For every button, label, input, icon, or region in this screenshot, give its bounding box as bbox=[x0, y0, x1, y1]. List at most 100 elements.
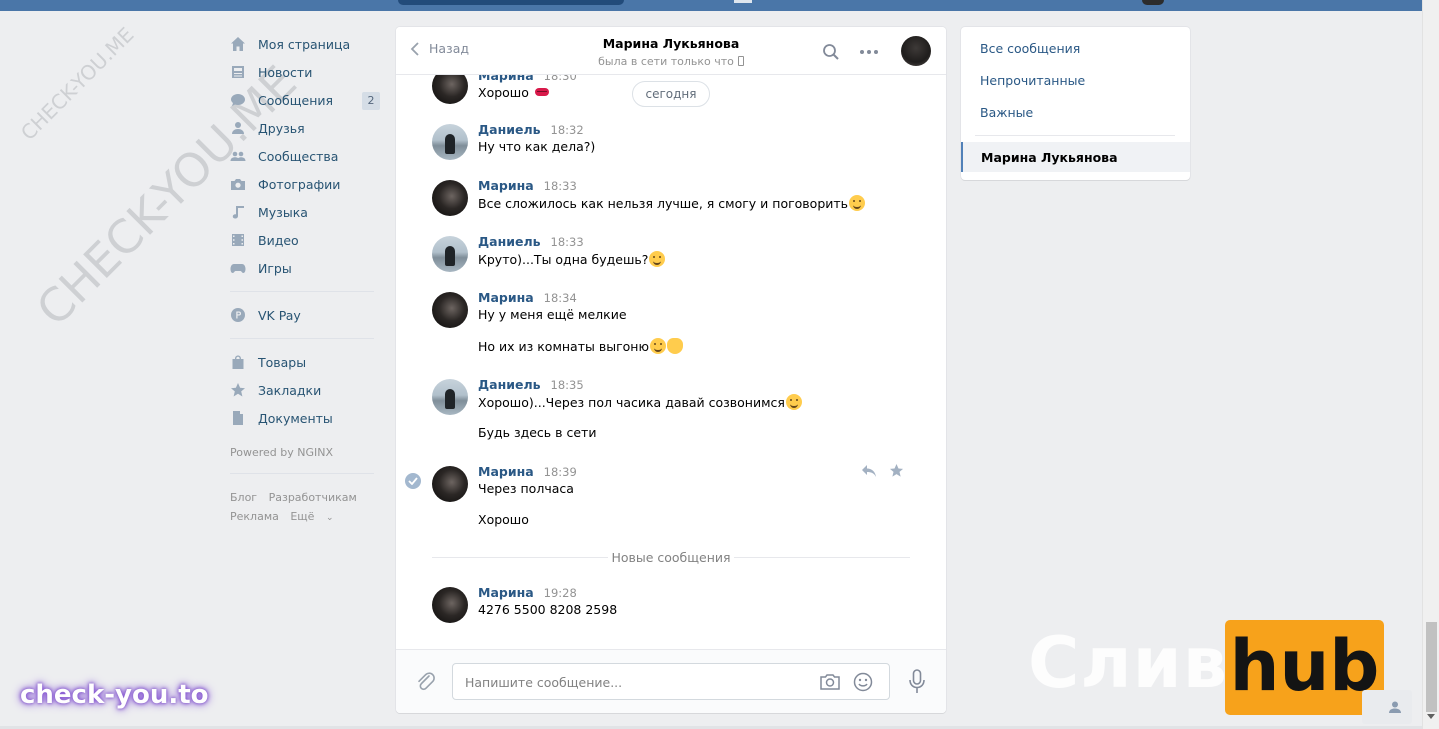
watermark-hub-logo: hub bbox=[1225, 620, 1384, 715]
nav-market[interactable]: Товары bbox=[230, 348, 380, 376]
microphone-icon[interactable] bbox=[908, 669, 926, 695]
nav-messages[interactable]: Сообщения 2 bbox=[230, 86, 380, 114]
mobile-icon bbox=[737, 56, 744, 66]
message-composer bbox=[396, 649, 946, 713]
filter-unread[interactable]: Непрочитанные bbox=[980, 73, 1085, 88]
message-line: Но их из комнаты выгоню bbox=[478, 338, 683, 354]
nav-communities[interactable]: Сообщества bbox=[230, 142, 380, 170]
message-time[interactable]: 18:35 bbox=[551, 378, 584, 392]
nav-documents[interactable]: Документы bbox=[230, 404, 380, 432]
nav-photos[interactable]: Фотографии bbox=[230, 170, 380, 198]
nav-label: Игры bbox=[258, 260, 292, 276]
user-icon bbox=[1389, 701, 1401, 713]
reply-icon[interactable] bbox=[861, 464, 877, 478]
message-author[interactable]: Марина bbox=[478, 178, 534, 193]
nav-bookmarks[interactable]: Закладки bbox=[230, 376, 380, 404]
filter-all-messages[interactable]: Все сообщения bbox=[980, 41, 1080, 56]
peer-avatar[interactable] bbox=[901, 36, 931, 66]
nav-news[interactable]: Новости bbox=[230, 58, 380, 86]
nav-divider bbox=[230, 338, 374, 339]
message-author[interactable]: Марина bbox=[478, 290, 534, 305]
message-input-box[interactable] bbox=[452, 663, 890, 700]
nav-label: Документы bbox=[258, 410, 333, 426]
avatar[interactable] bbox=[432, 124, 468, 160]
friends-icon bbox=[230, 120, 246, 136]
nav-my-page[interactable]: Моя страница bbox=[230, 30, 380, 58]
vkpay-icon bbox=[230, 307, 246, 323]
unread-count-badge: 2 bbox=[362, 92, 380, 110]
message-selected-check-icon[interactable] bbox=[405, 473, 421, 489]
scrollbar-thumb[interactable] bbox=[1426, 622, 1437, 712]
avatar[interactable] bbox=[432, 292, 468, 328]
nav-label: Друзья bbox=[258, 120, 305, 136]
chat-header: Назад Марина Лукьянова была в сети тольк… bbox=[396, 27, 946, 75]
friends-online-button[interactable] bbox=[1362, 690, 1412, 724]
nav-games[interactable]: Игры bbox=[230, 254, 380, 282]
message-line: Хорошо)...Через пол часика давай созвони… bbox=[478, 394, 802, 410]
news-icon bbox=[230, 64, 246, 80]
message-time[interactable]: 18:33 bbox=[551, 235, 584, 249]
message-author[interactable]: Марина bbox=[478, 464, 534, 479]
watermark-sliv: Слив bbox=[1028, 622, 1228, 704]
message-author[interactable]: Даниель bbox=[478, 234, 541, 249]
avatar[interactable] bbox=[432, 236, 468, 272]
message-line: Будь здесь в сети bbox=[478, 425, 597, 440]
ok-hand-emoji-icon bbox=[667, 338, 683, 354]
message-author[interactable]: Даниель bbox=[478, 377, 541, 392]
emoji-icon[interactable] bbox=[853, 672, 873, 692]
messages-icon bbox=[230, 92, 246, 108]
star-icon[interactable] bbox=[889, 463, 904, 478]
watermark-check-you: check-you.to bbox=[20, 680, 209, 710]
menu-divider bbox=[975, 135, 1175, 136]
message-time[interactable]: 18:32 bbox=[551, 123, 584, 137]
nav-label: Товары bbox=[258, 354, 307, 370]
message-input[interactable] bbox=[465, 673, 805, 691]
message-header: Даниель 18:35 bbox=[478, 377, 584, 392]
nav-label: VK Pay bbox=[258, 307, 301, 323]
more-options-icon[interactable] bbox=[859, 43, 879, 61]
active-conversation-label: Марина Лукьянова bbox=[981, 150, 1118, 165]
chat-panel: Назад Марина Лукьянова была в сети тольк… bbox=[396, 27, 946, 713]
message-time[interactable]: 18:34 bbox=[544, 291, 577, 305]
attach-icon[interactable] bbox=[415, 671, 437, 693]
nav-friends[interactable]: Друзья bbox=[230, 114, 380, 142]
footer-link-ads[interactable]: Реклама bbox=[230, 510, 279, 523]
top-search-field[interactable] bbox=[398, 0, 624, 5]
footer-link-blog[interactable]: Блог bbox=[230, 491, 257, 504]
message-time[interactable]: 19:28 bbox=[544, 586, 577, 600]
nav-video[interactable]: Видео bbox=[230, 226, 380, 254]
chevron-down-icon: ⌄ bbox=[325, 513, 334, 523]
avatar[interactable] bbox=[432, 466, 468, 502]
avatar[interactable] bbox=[432, 379, 468, 415]
scroll-down-arrow-icon[interactable] bbox=[1427, 714, 1435, 719]
nav-label: Новости bbox=[258, 64, 313, 80]
footer-links: Блог Разработчикам Реклама Ещё ⌄ bbox=[230, 488, 380, 528]
bag-icon bbox=[230, 354, 246, 370]
avatar[interactable] bbox=[432, 587, 468, 623]
smile-emoji-icon bbox=[649, 251, 666, 267]
message-time[interactable]: 18:39 bbox=[544, 465, 577, 479]
nav-label: Видео bbox=[258, 232, 299, 248]
camera-icon[interactable] bbox=[819, 672, 841, 692]
profile-avatar-mini[interactable] bbox=[1142, 0, 1164, 5]
relieved-emoji-icon bbox=[849, 195, 866, 211]
notifications-icon[interactable] bbox=[734, 0, 752, 3]
message-author[interactable]: Марина bbox=[478, 585, 534, 600]
message-header: Марина 18:39 bbox=[478, 464, 577, 479]
page-scrollbar[interactable] bbox=[1422, 0, 1439, 729]
date-divider-pill: сегодня bbox=[632, 81, 710, 107]
search-icon[interactable] bbox=[822, 43, 840, 61]
message-author[interactable]: Даниель bbox=[478, 122, 541, 137]
footer-link-more[interactable]: Ещё ⌄ bbox=[290, 510, 341, 523]
document-icon bbox=[230, 410, 246, 426]
avatar[interactable] bbox=[432, 180, 468, 216]
top-bar bbox=[0, 0, 1422, 11]
messages-filter-menu: Все сообщения Непрочитанные Важные Марин… bbox=[961, 27, 1190, 180]
footer-link-developers[interactable]: Разработчикам bbox=[269, 491, 357, 504]
active-conversation[interactable]: Марина Лукьянова bbox=[961, 142, 1190, 172]
nav-vkpay[interactable]: VK Pay bbox=[230, 301, 380, 329]
message-header: Марина 18:34 bbox=[478, 290, 577, 305]
message-time[interactable]: 18:33 bbox=[544, 179, 577, 193]
nav-music[interactable]: Музыка bbox=[230, 198, 380, 226]
filter-important[interactable]: Важные bbox=[980, 105, 1033, 120]
